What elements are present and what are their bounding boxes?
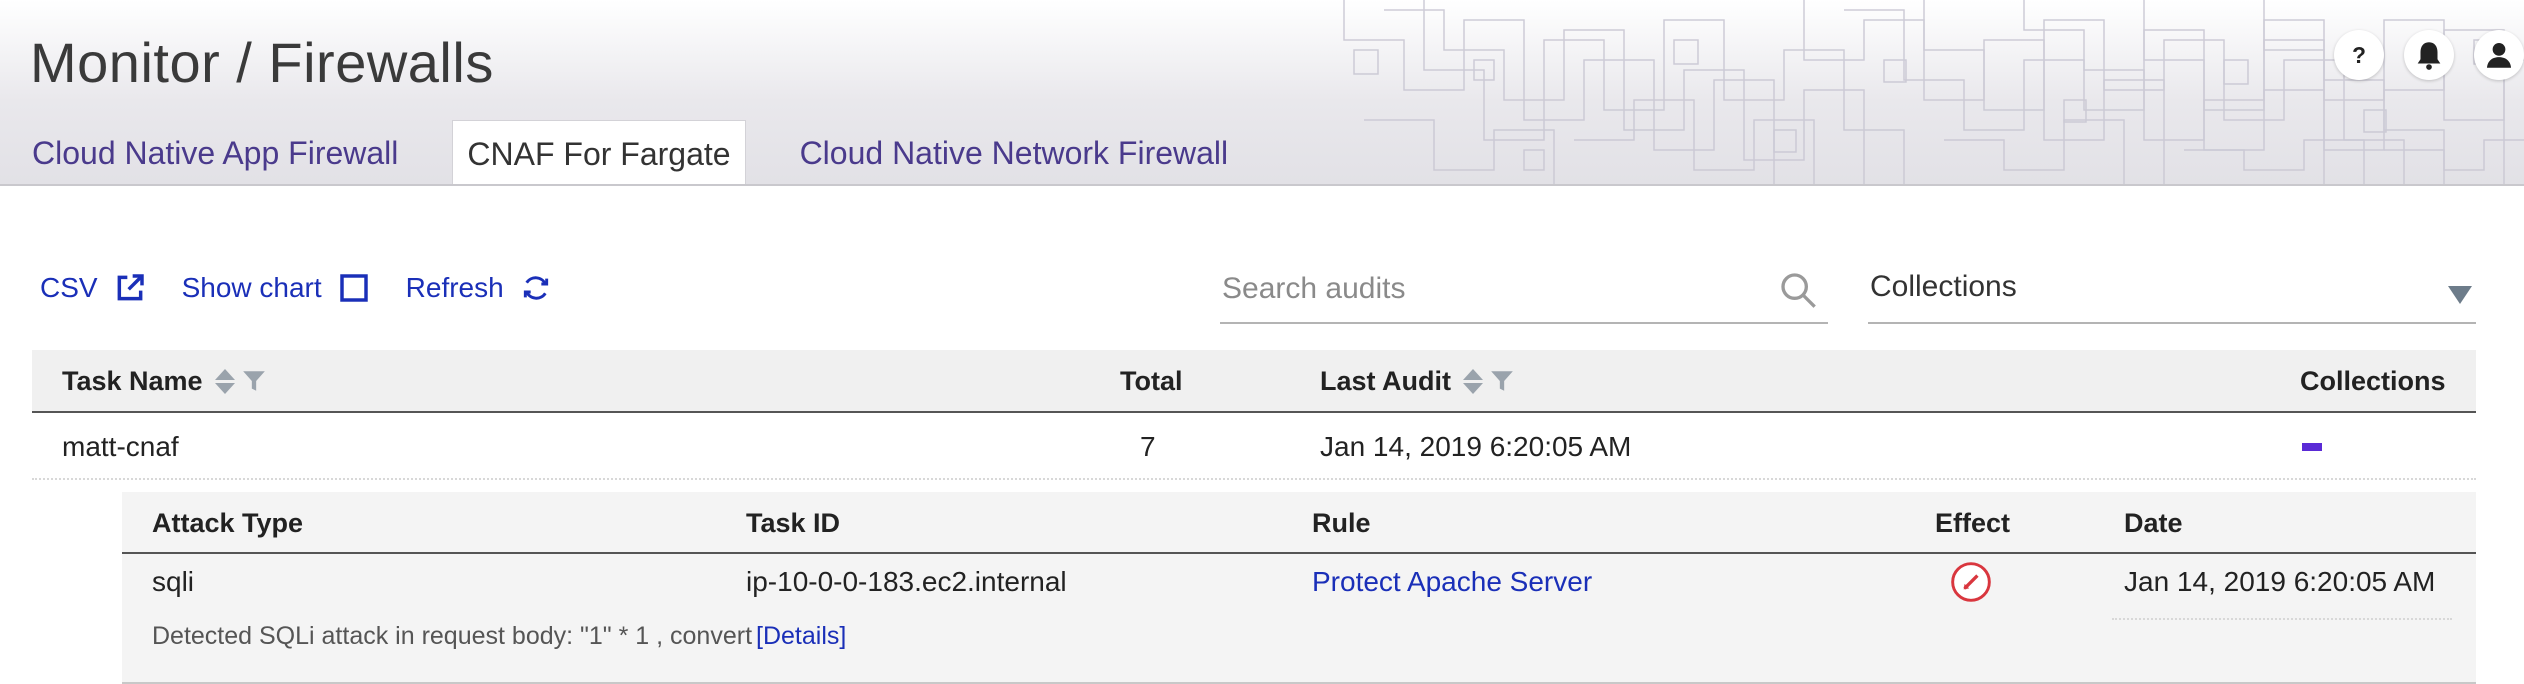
- cell-date: Jan 14, 2019 6:20:05 AM: [2124, 566, 2436, 597]
- toolbar: CSV Show chart Refresh: [40, 272, 552, 304]
- cell-collections: [2302, 414, 2322, 480]
- bell-icon[interactable]: [2404, 30, 2454, 80]
- details-link[interactable]: [Details]: [756, 622, 846, 651]
- refresh-label: Refresh: [405, 272, 504, 303]
- sort-icon[interactable]: [1463, 368, 1483, 394]
- column-effect: Effect: [1935, 507, 2011, 538]
- checkbox-icon: [339, 274, 368, 302]
- csv-label: CSV: [40, 272, 98, 303]
- audit-details-table: Attack Type Task ID Rule Effect Date sql…: [122, 492, 2476, 684]
- tab-cnaf-for-fargate[interactable]: CNAF For Fargate: [452, 120, 746, 184]
- collections-dropdown-label: Collections: [1870, 270, 2017, 303]
- cell-effect: [1949, 556, 1993, 608]
- show-chart-label: Show chart: [181, 272, 322, 303]
- header-icons: ?: [2334, 30, 2524, 80]
- page-header: Monitor / Firewalls ? Cloud Native App F…: [0, 0, 2524, 186]
- column-collections: Collections: [2300, 365, 2446, 396]
- csv-button[interactable]: CSV: [40, 272, 146, 304]
- page-title: Monitor / Firewalls: [30, 31, 494, 94]
- rule-link[interactable]: Protect Apache Server: [1312, 556, 1592, 608]
- column-date: Date: [2124, 507, 2183, 538]
- cell-last-audit: Jan 14, 2019 6:20:05 AM: [1320, 431, 1632, 462]
- table-row[interactable]: matt-cnaf 7 Jan 14, 2019 6:20:05 AM: [32, 414, 2476, 480]
- firewall-tabs: Cloud Native App Firewall CNAF For Farga…: [30, 120, 1282, 184]
- filter-icon[interactable]: [1489, 368, 1515, 394]
- alert-effect-icon: [1951, 562, 1991, 602]
- header-decorative-pattern: [1343, 0, 2524, 184]
- column-rule: Rule: [1312, 507, 1371, 538]
- column-task-id: Task ID: [746, 507, 841, 538]
- filter-icon[interactable]: [241, 368, 267, 394]
- show-chart-toggle[interactable]: Show chart: [182, 272, 370, 304]
- table-header: Task Name Total Last Audit Collections: [32, 350, 2476, 413]
- external-link-icon: [117, 274, 144, 301]
- sort-icon[interactable]: [214, 368, 235, 394]
- column-attack-type: Attack Type: [152, 507, 304, 538]
- column-last-audit[interactable]: Last Audit: [1320, 350, 1515, 412]
- search-audits: [1220, 258, 1828, 324]
- user-icon[interactable]: [2474, 30, 2524, 80]
- search-icon[interactable]: [1778, 270, 1818, 310]
- row-divider: [2112, 618, 2452, 620]
- refresh-icon: [523, 276, 548, 300]
- detail-text: Detected SQLi attack in request body: "1…: [152, 622, 753, 650]
- search-input[interactable]: [1222, 264, 1762, 314]
- cell-task-name: matt-cnaf: [62, 431, 179, 462]
- help-icon[interactable]: ?: [2334, 30, 2384, 80]
- chevron-down-icon: [2448, 286, 2472, 304]
- collection-color-badge: [2302, 443, 2322, 451]
- cell-attack-type: sqli: [152, 566, 195, 597]
- attack-detail: Detected SQLi attack in request body: "1…: [152, 622, 846, 651]
- subtable-header: Attack Type Task ID Rule Effect Date: [122, 492, 2476, 554]
- column-total: Total: [1120, 365, 1183, 396]
- refresh-button[interactable]: Refresh: [406, 272, 552, 304]
- cell-total: 7: [1140, 431, 1156, 462]
- svg-text:?: ?: [2352, 42, 2366, 68]
- column-task-name[interactable]: Task Name: [62, 350, 267, 412]
- column-last-audit-label: Last Audit: [1320, 365, 1451, 396]
- tab-cloud-native-app-firewall[interactable]: Cloud Native App Firewall: [30, 120, 412, 184]
- collections-dropdown[interactable]: Collections: [1868, 258, 2476, 324]
- column-task-name-label: Task Name: [62, 365, 203, 396]
- cell-task-id: ip-10-0-0-183.ec2.internal: [746, 566, 1067, 597]
- tab-cloud-native-network-firewall[interactable]: Cloud Native Network Firewall: [786, 120, 1243, 184]
- audit-row: sqli ip-10-0-0-183.ec2.internal Protect …: [122, 556, 2476, 608]
